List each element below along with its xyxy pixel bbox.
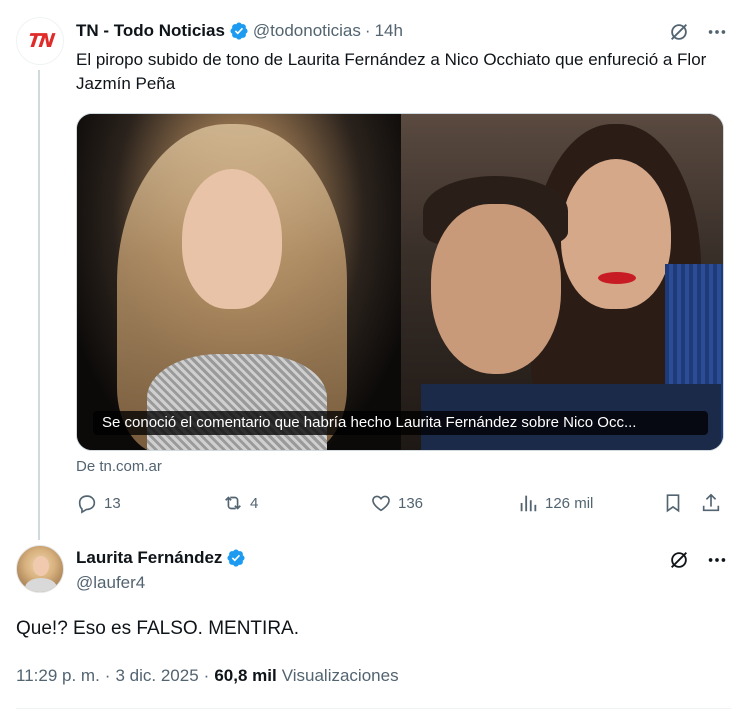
author-avatar[interactable]: TN	[16, 17, 64, 65]
tweet-time[interactable]: 14h	[375, 21, 403, 41]
reply-author-avatar[interactable]	[16, 545, 64, 593]
separator-dot: ·	[203, 666, 210, 685]
separator-dot: ·	[104, 666, 111, 685]
reply-views-count: 60,8 mil	[214, 666, 277, 685]
share-button[interactable]	[700, 492, 722, 514]
tweet-top-actions	[667, 20, 729, 44]
separator-dot: ·	[364, 21, 371, 40]
tweet-text: El piropo subido de tono de Laurita Fern…	[76, 50, 707, 93]
card-caption: Se conoció el comentario que habría hech…	[93, 411, 708, 435]
repost-count: 4	[250, 494, 259, 512]
more-dots-icon[interactable]	[705, 548, 729, 572]
views-bars-icon	[520, 495, 537, 512]
grok-icon[interactable]	[667, 20, 691, 44]
reply-views-label: Visualizaciones	[281, 666, 399, 685]
card-photo-right	[401, 114, 723, 450]
reply-count: 13	[104, 494, 121, 512]
reply-author-name[interactable]: Laurita Fernández	[76, 548, 222, 568]
reply-button[interactable]: 13	[76, 492, 121, 514]
repost-icon	[225, 496, 241, 510]
link-card-image[interactable]: Se conoció el comentario que habría hech…	[76, 113, 724, 451]
reply-top-actions	[667, 548, 729, 572]
reply-author-handle[interactable]: @laufer4	[76, 573, 145, 593]
link-source[interactable]: De tn.com.ar	[76, 458, 162, 475]
bookmark-button[interactable]	[662, 492, 684, 514]
tn-logo-icon: TN	[26, 30, 54, 52]
bookmark-icon	[666, 494, 680, 513]
heart-icon	[372, 495, 390, 512]
more-dots-icon[interactable]	[705, 20, 729, 44]
tweet-header: TN - Todo Noticias @todonoticias · 14h	[76, 20, 403, 42]
verified-badge-icon[interactable]	[226, 548, 246, 568]
grok-icon[interactable]	[667, 548, 691, 572]
reply-text: Que!? Eso es FALSO. MENTIRA.	[16, 618, 299, 639]
reply-author-name-row: Laurita Fernández	[76, 548, 246, 568]
reply-bubble-icon	[78, 495, 96, 514]
like-count: 136	[398, 494, 424, 512]
like-button[interactable]: 136	[370, 492, 423, 514]
reply-time[interactable]: 11:29 p. m.	[16, 666, 100, 686]
reply-meta: 11:29 p. m. · 3 dic. 2025 · 60,8 mil Vis…	[16, 666, 399, 686]
thread-connector-line	[38, 70, 40, 540]
divider	[16, 708, 731, 709]
card-photo-left	[77, 114, 401, 450]
share-icon	[702, 493, 720, 512]
reply-date[interactable]: 3 dic. 2025	[115, 666, 198, 686]
views-button[interactable]: 126 mil	[517, 492, 593, 514]
author-handle[interactable]: @todonoticias	[253, 21, 361, 41]
verified-badge-icon[interactable]	[229, 21, 249, 41]
tweet-original[interactable]: TN TN - Todo Noticias @todonoticias · 14…	[0, 0, 747, 540]
tweet-action-bar: 13 4 136 126 mil	[76, 492, 724, 518]
repost-button[interactable]: 4	[222, 492, 258, 514]
author-name[interactable]: TN - Todo Noticias	[76, 21, 225, 41]
views-count: 126 mil	[545, 494, 594, 512]
